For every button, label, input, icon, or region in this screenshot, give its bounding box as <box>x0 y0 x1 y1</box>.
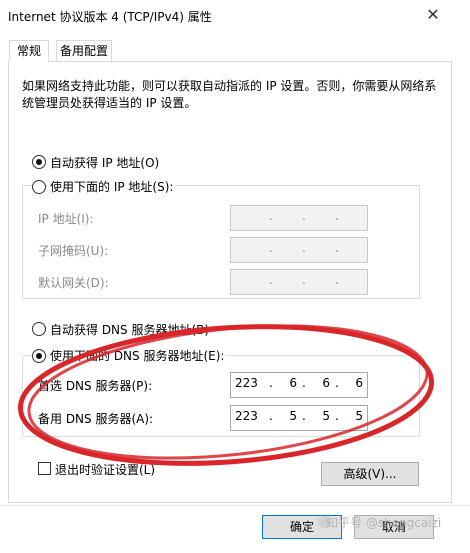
tab-general[interactable]: 常规 <box>9 40 49 62</box>
annotation-circle <box>17 324 435 466</box>
